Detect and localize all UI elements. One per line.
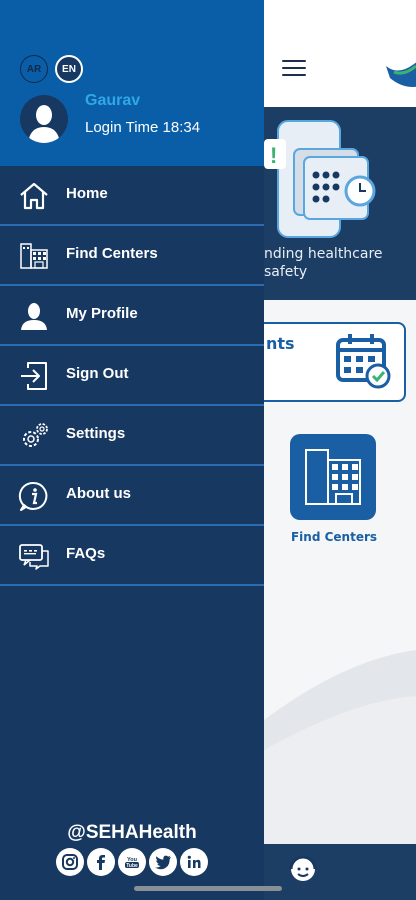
hamburger-menu-icon[interactable]: [282, 60, 306, 78]
find-centers-tile[interactable]: [290, 434, 376, 520]
find-centers-tile-label: Find Centers: [290, 530, 378, 544]
user-name: Gaurav: [85, 92, 141, 109]
background-top-bar: [264, 0, 416, 107]
drawer-menu: Home Find Centers My Profile Sign Out Se…: [0, 166, 264, 586]
building-icon: [20, 243, 48, 269]
social-links: You Tube: [56, 848, 212, 878]
gear-icon: [23, 423, 48, 447]
menu-item-find-centers[interactable]: Find Centers: [0, 226, 264, 286]
twitter-icon[interactable]: [149, 848, 177, 876]
faq-icon: [19, 544, 49, 570]
menu-item-settings[interactable]: Settings: [0, 406, 264, 466]
info-icon: [18, 481, 48, 511]
user-icon: [21, 303, 47, 330]
menu-item-label: Find Centers: [66, 245, 158, 262]
menu-item-sign-out[interactable]: Sign Out: [0, 346, 264, 406]
menu-item-label: Sign Out: [66, 365, 129, 382]
appointments-card-label: nts: [266, 334, 295, 353]
menu-item-label: Home: [66, 185, 108, 202]
language-en-button[interactable]: EN: [55, 55, 83, 83]
menu-item-about-us[interactable]: About us: [0, 466, 264, 526]
facebook-icon[interactable]: [87, 848, 115, 876]
menu-item-faqs[interactable]: FAQs: [0, 526, 264, 586]
menu-item-label: My Profile: [66, 305, 138, 322]
menu-item-label: About us: [66, 485, 131, 502]
menu-item-home[interactable]: Home: [0, 166, 264, 226]
svg-text:Tube: Tube: [126, 863, 138, 869]
svg-text:!: !: [270, 143, 277, 168]
social-handle: @SEHAHealth: [67, 822, 197, 843]
home-icon: [20, 182, 48, 210]
login-time: Login Time 18:34: [85, 119, 201, 136]
navigation-drawer: AR EN Gaurav Login Time 18:34 Home Find …: [0, 0, 264, 900]
avatar: [20, 95, 68, 143]
menu-item-my-profile[interactable]: My Profile: [0, 286, 264, 346]
youtube-icon[interactable]: You Tube: [118, 848, 146, 876]
menu-item-label: FAQs: [66, 545, 106, 562]
instagram-icon[interactable]: [56, 848, 84, 876]
background-wave: [264, 650, 416, 844]
calendar-check-icon: [336, 334, 391, 389]
background-banner: ! nding healthcare safety: [264, 107, 416, 300]
linkedin-icon[interactable]: [180, 848, 208, 876]
seha-logo-icon: [386, 62, 416, 87]
building-icon: [305, 449, 361, 505]
menu-item-label: Settings: [66, 425, 126, 442]
phone-calendar-illustration-icon: !: [264, 120, 376, 238]
drawer-header: AR EN Gaurav Login Time 18:34: [0, 0, 264, 166]
language-ar-button[interactable]: AR: [20, 55, 48, 83]
support-agent-icon[interactable]: [286, 852, 320, 886]
home-indicator: [134, 886, 282, 891]
sign-out-icon: [21, 362, 47, 390]
user-avatar-icon: [28, 105, 60, 143]
banner-text: nding healthcare safety: [264, 246, 383, 280]
